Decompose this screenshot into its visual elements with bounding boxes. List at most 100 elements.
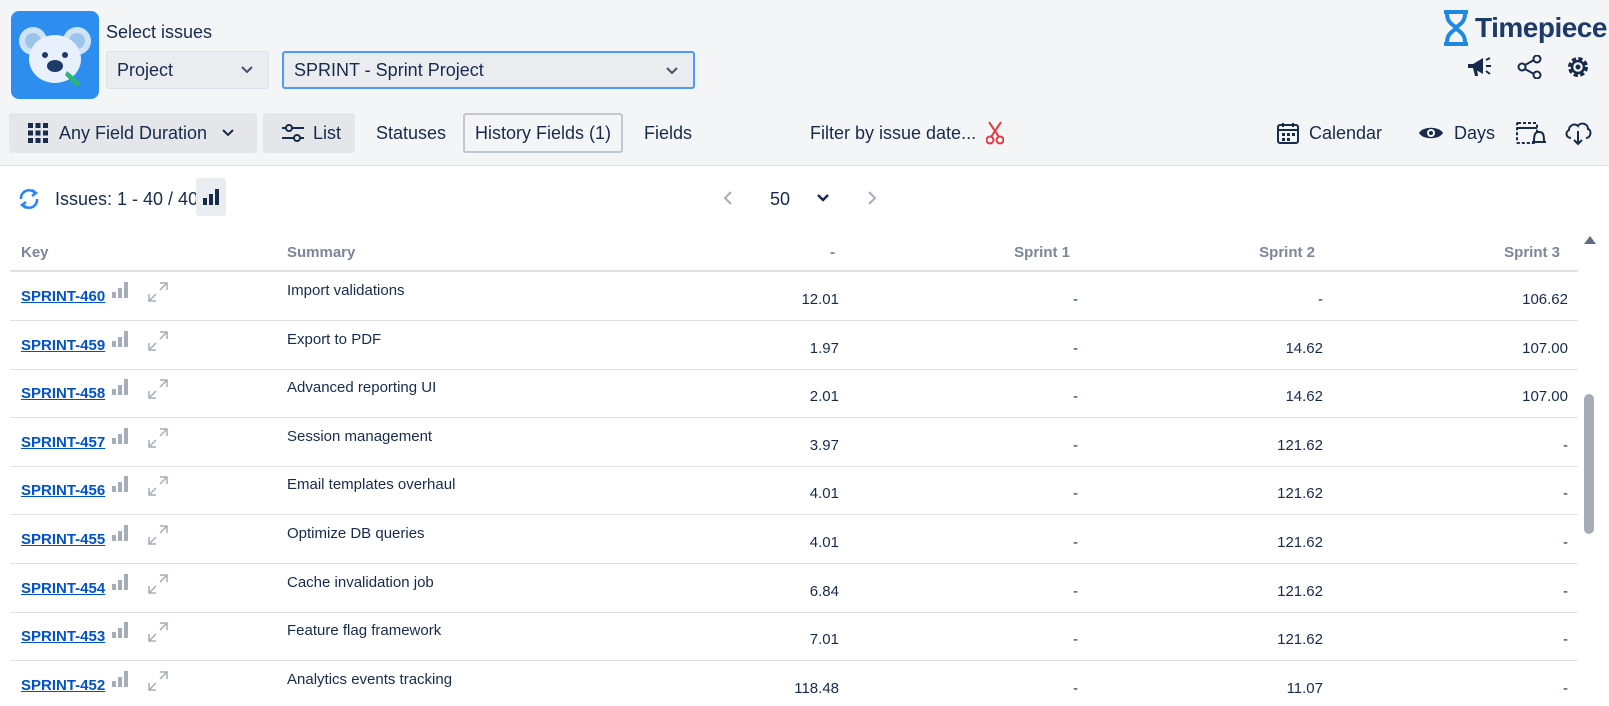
expand-icon[interactable] — [147, 573, 169, 595]
duration-sprint-3: 107.00 — [1522, 340, 1568, 357]
bar-chart-icon[interactable] — [111, 524, 131, 542]
issue-key-link[interactable]: SPRINT-457 — [21, 434, 105, 451]
column-header-summary[interactable]: Summary — [287, 244, 355, 261]
project-dropdown-value: Project — [117, 59, 174, 80]
column-header-sprint-3[interactable]: Sprint 3 — [1400, 244, 1560, 261]
duration-sprint-1: - — [1073, 680, 1078, 697]
table-row: SPRINT-454 Cache invalidation job 6.84 - 121… — [10, 565, 1578, 613]
project-dropdown[interactable]: Project — [106, 51, 269, 89]
issue-key-link[interactable]: SPRINT-454 — [21, 580, 105, 597]
sprint-project-dropdown-value: SPRINT - Sprint Project — [294, 59, 484, 80]
duration-none: 6.84 — [809, 583, 839, 600]
duration-sprint-2: 121.62 — [1277, 631, 1323, 648]
page-size-select[interactable]: 50 — [770, 189, 790, 210]
bar-chart-icon — [203, 189, 219, 205]
duration-sprint-2: 14.62 — [1285, 340, 1323, 357]
column-header-sprint-2[interactable]: Sprint 2 — [1155, 244, 1315, 261]
duration-sprint-1: - — [1073, 583, 1078, 600]
issue-summary: Analytics events tracking — [287, 671, 453, 688]
chevron-right-icon[interactable] — [866, 189, 878, 207]
table-header: Key Summary - Sprint 1 Sprint 2 Sprint 3 — [10, 238, 1578, 272]
column-header-key[interactable]: Key — [21, 244, 49, 261]
list-view-button[interactable]: List — [263, 113, 355, 153]
duration-sprint-2: 14.62 — [1285, 388, 1323, 405]
duration-none: 1.97 — [809, 340, 839, 357]
column-header-sprint-1[interactable]: Sprint 1 — [910, 244, 1070, 261]
chart-toggle-button[interactable] — [196, 178, 226, 216]
bar-chart-icon[interactable] — [111, 427, 131, 445]
expand-icon[interactable] — [147, 475, 169, 497]
expand-icon[interactable] — [147, 378, 169, 400]
expand-icon[interactable] — [147, 670, 169, 692]
brand-name: Timepiece — [1475, 12, 1607, 43]
statuses-tab[interactable]: Statuses — [376, 113, 448, 153]
bar-chart-icon[interactable] — [111, 330, 131, 348]
expand-icon[interactable] — [147, 524, 169, 546]
issue-key-link[interactable]: SPRINT-456 — [21, 482, 105, 499]
table-row: SPRINT-452 Analytics events tracking 118.4… — [10, 662, 1578, 706]
refresh-icon[interactable] — [17, 187, 41, 211]
duration-none: 4.01 — [809, 485, 839, 502]
calendar-alert-button[interactable] — [1516, 113, 1546, 153]
expand-icon[interactable] — [147, 330, 169, 352]
issue-summary: Email templates overhaul — [287, 476, 456, 493]
bar-chart-icon[interactable] — [111, 281, 131, 299]
bar-chart-icon[interactable] — [111, 378, 131, 396]
issue-summary: Optimize DB queries — [287, 525, 425, 542]
issue-key-link[interactable]: SPRINT-459 — [21, 337, 105, 354]
hourglass-logo-icon — [1444, 10, 1468, 46]
sliders-icon — [281, 123, 305, 143]
share-icon[interactable] — [1515, 53, 1545, 81]
announcement-icon[interactable] — [1464, 53, 1494, 81]
issue-key-link[interactable]: SPRINT-460 — [21, 288, 105, 305]
duration-sprint-3: - — [1563, 534, 1568, 551]
calendar-button[interactable]: Calendar — [1277, 113, 1387, 153]
timepiece-brand: Timepiece — [1441, 10, 1607, 46]
duration-sprint-1: - — [1073, 291, 1078, 308]
scrollbar-thumb[interactable] — [1584, 394, 1594, 534]
bar-chart-icon[interactable] — [111, 475, 131, 493]
grid-icon — [27, 122, 49, 144]
duration-sprint-2: 121.62 — [1277, 485, 1323, 502]
duration-sprint-3: 106.62 — [1522, 291, 1568, 308]
duration-none: 4.01 — [809, 534, 839, 551]
issue-key-link[interactable]: SPRINT-458 — [21, 385, 105, 402]
duration-sprint-3: - — [1563, 680, 1568, 697]
scroll-up-arrow[interactable] — [1584, 236, 1596, 244]
expand-icon[interactable] — [147, 281, 169, 303]
list-label: List — [313, 122, 342, 143]
filter-by-issue-date-button[interactable]: Filter by issue date... — [810, 113, 1010, 153]
history-fields-label: History Fields (1) — [474, 122, 612, 143]
issue-key-link[interactable]: SPRINT-453 — [21, 628, 105, 645]
any-field-duration-button[interactable]: Any Field Duration — [9, 113, 257, 153]
column-header-none[interactable]: - — [710, 244, 835, 261]
issue-key-link[interactable]: SPRINT-455 — [21, 531, 105, 548]
calendar-label: Calendar — [1309, 122, 1383, 143]
scissors-icon[interactable] — [986, 121, 1005, 145]
table-row: SPRINT-453 Feature flag framework 7.01 - 121… — [10, 613, 1578, 661]
sprint-project-dropdown[interactable]: SPRINT - Sprint Project — [282, 51, 695, 89]
issue-summary: Session management — [287, 428, 433, 445]
duration-sprint-1: - — [1073, 534, 1078, 551]
table-row: SPRINT-460 Import validations 12.01 - - 106.6… — [10, 273, 1578, 321]
top-header: Select issues Project SPRINT - Sprint Pr… — [0, 0, 1609, 166]
expand-icon[interactable] — [147, 427, 169, 449]
chevron-down-icon — [666, 67, 678, 75]
issue-key-link[interactable]: SPRINT-452 — [21, 677, 105, 694]
days-button[interactable]: Days — [1418, 113, 1498, 153]
issue-summary: Cache invalidation job — [287, 574, 434, 591]
fields-tab[interactable]: Fields — [644, 113, 694, 153]
expand-icon[interactable] — [147, 621, 169, 643]
chevron-down-icon — [241, 66, 253, 74]
bar-chart-icon[interactable] — [111, 573, 131, 591]
table-row: SPRINT-455 Optimize DB queries 4.01 - 121.62… — [10, 516, 1578, 564]
cloud-download-icon — [1565, 122, 1592, 146]
chevron-down-icon[interactable] — [816, 192, 830, 204]
bar-chart-icon[interactable] — [111, 621, 131, 639]
history-fields-tab[interactable]: History Fields (1) — [463, 113, 623, 153]
gear-icon[interactable] — [1563, 53, 1593, 81]
chevron-left-icon[interactable] — [722, 189, 734, 207]
bar-chart-icon[interactable] — [111, 670, 131, 688]
download-button[interactable] — [1564, 113, 1594, 153]
issue-summary: Import validations — [287, 282, 405, 299]
